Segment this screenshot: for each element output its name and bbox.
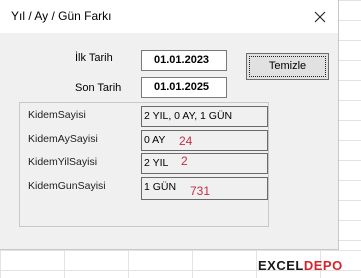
spreadsheet-background (338, 0, 361, 278)
watermark-part1: EXCEL (258, 258, 304, 273)
result-note-ay: 24 (179, 134, 193, 148)
userform-dialog: Yıl / Ay / Gün Farkı İlk Tarih 01.01.202… (0, 0, 339, 250)
result-label-kidem: KidemSayisi (28, 109, 86, 121)
result-note-gun: 731 (190, 184, 211, 198)
title-bar: Yıl / Ay / Gün Farkı (0, 0, 338, 33)
end-date-field[interactable]: 01.01.2025 (141, 77, 227, 98)
result-label-gun: KidemGunSayisi (28, 180, 106, 192)
watermark-part2: DEPO (303, 258, 343, 273)
close-button[interactable] (302, 0, 338, 33)
window-title: Yıl / Ay / Gün Farkı (11, 9, 112, 23)
result-value-yil: 2 YIL (141, 153, 268, 174)
result-note-yil: 2 (181, 154, 188, 168)
result-label-yil: KidemYilSayisi (28, 156, 98, 168)
close-icon (314, 11, 326, 22)
result-label-ay: KidemAySayisi (28, 133, 98, 145)
start-date-label: İlk Tarih (75, 52, 113, 64)
result-value-kidem: 2 YIL, 0 AY, 1 GÜN (141, 106, 268, 127)
clear-button[interactable]: Temizle (246, 53, 329, 80)
start-date-field[interactable]: 01.01.2023 (141, 50, 227, 71)
result-value-ay: 0 AY (141, 130, 268, 151)
watermark-logo: EXCELDEPO (258, 258, 343, 273)
end-date-label: Son Tarih (75, 82, 122, 94)
